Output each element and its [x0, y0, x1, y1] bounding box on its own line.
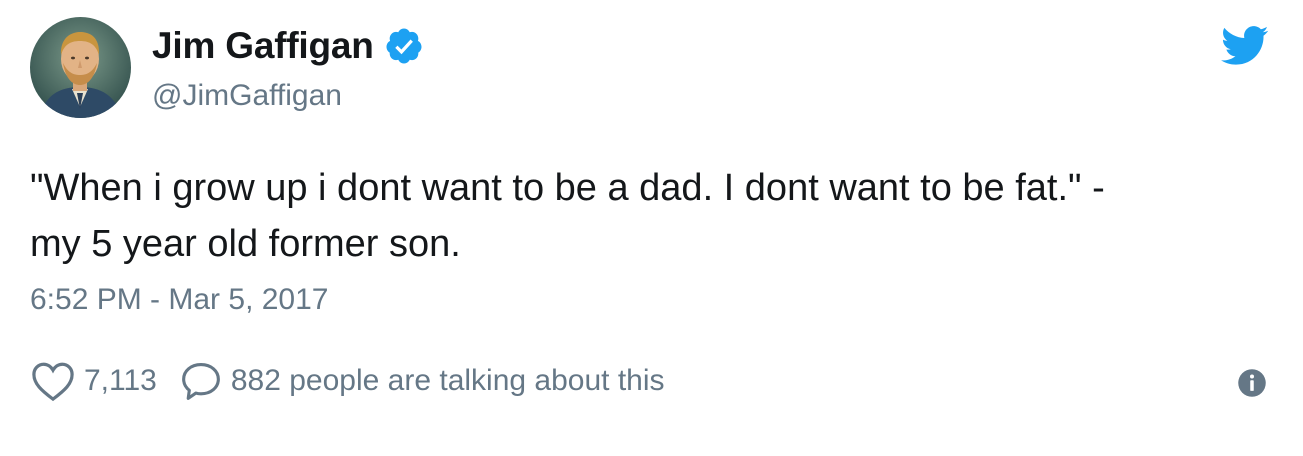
tweet-card: Jim Gaffigan @JimGaffigan "When i grow u… — [0, 0, 1303, 456]
tweet-timestamp[interactable]: 6:52 PM - Mar 5, 2017 — [30, 283, 328, 317]
info-icon[interactable] — [1237, 368, 1267, 398]
like-button[interactable]: 7,113 — [30, 360, 157, 402]
tweet-text-line-1: "When i grow up i dont want to be a dad.… — [30, 167, 1105, 209]
talking-about-text: 882 people are talking about this — [230, 364, 665, 397]
tweet-actions: 7,113 882 people are talking about this — [30, 356, 665, 406]
portrait-avatar — [30, 17, 131, 118]
author-handle[interactable]: @JimGaffigan — [152, 79, 342, 113]
heart-icon — [32, 362, 74, 402]
speech-bubble-icon — [181, 363, 220, 400]
like-count: 7,113 — [84, 364, 157, 397]
conversation-button[interactable]: 882 people are talking about this — [179, 360, 665, 402]
author-display-name[interactable]: Jim Gaffigan — [152, 25, 374, 67]
author-name-row: Jim Gaffigan — [152, 24, 424, 68]
twitter-bird-icon[interactable] — [1221, 26, 1269, 66]
avatar[interactable] — [30, 17, 131, 118]
tweet-text-line-2: my 5 year old former son. — [30, 223, 461, 265]
verified-badge-icon — [384, 26, 424, 66]
tweet-text: "When i grow up i dont want to be a dad.… — [30, 160, 1270, 272]
